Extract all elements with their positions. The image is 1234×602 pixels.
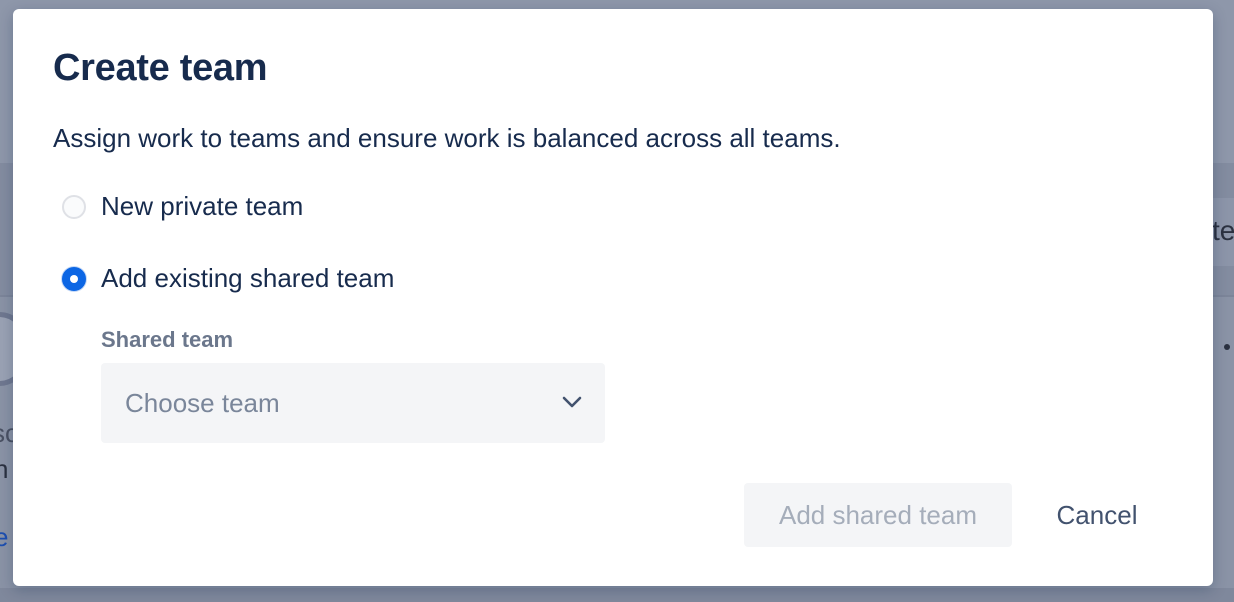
new-private-team-radio[interactable]: [62, 194, 86, 219]
shared-team-field-label: Shared team: [101, 327, 234, 352]
add-existing-shared-team-option[interactable]: Add existing shared team: [62, 263, 394, 294]
shared-team-select-placeholder: Choose team: [125, 387, 280, 418]
dialog-title: Create team: [53, 47, 268, 89]
backdrop-tab-text-fragment: te: [1212, 215, 1234, 246]
create-team-dialog: Create team Assign work to teams and ens…: [13, 9, 1213, 586]
backdrop-link-fragment: e: [0, 522, 9, 552]
backdrop-footer-area: [0, 588, 1234, 602]
shared-team-select[interactable]: Choose team: [101, 363, 605, 443]
add-shared-team-button[interactable]: Add shared team: [744, 483, 1012, 547]
new-private-team-option[interactable]: New private team: [62, 191, 303, 222]
backdrop-text-fragment: n: [0, 454, 9, 484]
backdrop-dot: [1224, 344, 1230, 350]
cancel-button[interactable]: Cancel: [1034, 483, 1160, 547]
add-existing-shared-team-radio[interactable]: [62, 266, 86, 291]
chevron-down-icon: [562, 396, 582, 408]
new-private-team-label[interactable]: New private team: [101, 191, 303, 222]
add-existing-shared-team-label[interactable]: Add existing shared team: [101, 263, 394, 294]
dialog-description: Assign work to teams and ensure work is …: [53, 123, 841, 153]
